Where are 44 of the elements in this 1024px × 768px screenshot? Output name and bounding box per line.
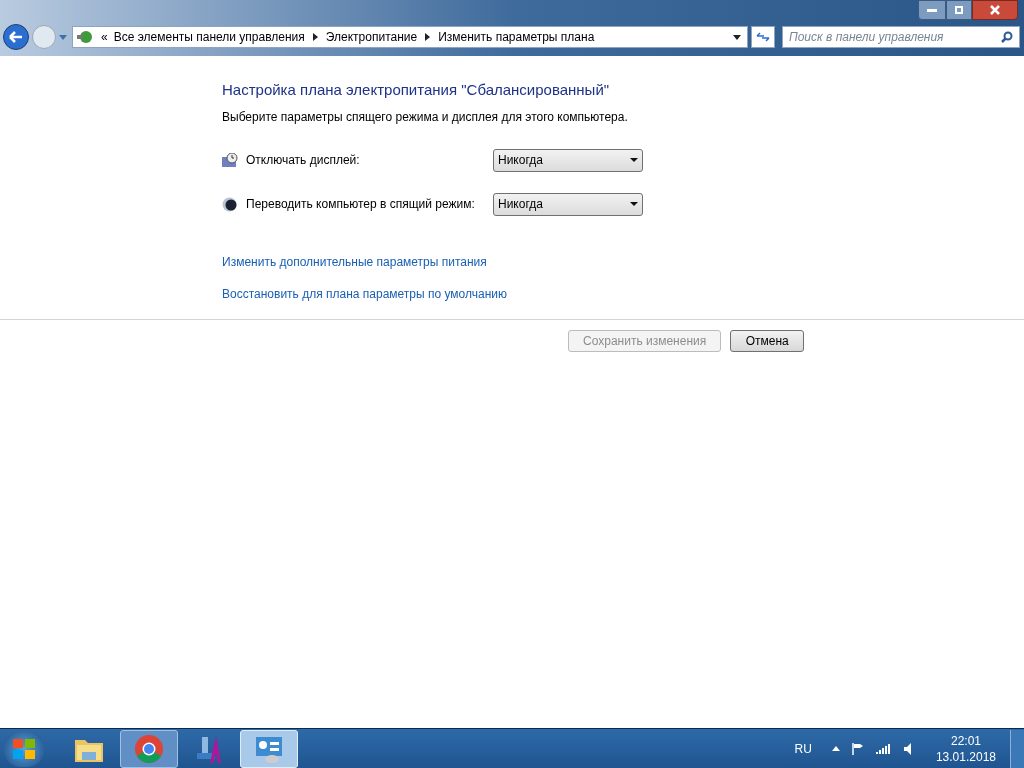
windows-logo-icon (13, 738, 35, 759)
caret-icon (630, 202, 638, 206)
restore-button[interactable] (946, 0, 972, 20)
close-button[interactable] (972, 0, 1018, 20)
search-icon (1001, 31, 1013, 43)
refresh-icon (756, 32, 770, 42)
breadcrumb[interactable]: Все элементы панели управления (111, 28, 307, 46)
plug-icon (76, 29, 94, 45)
speaker-icon[interactable] (903, 742, 912, 755)
start-button[interactable] (3, 730, 45, 767)
dropdown[interactable]: Никогда (493, 148, 643, 172)
moon-icon (222, 196, 237, 212)
breadcrumb[interactable]: Изменить параметры плана (436, 28, 597, 46)
overflow-chevron[interactable]: « (97, 28, 112, 46)
search-field[interactable]: Поиск в панели управления (782, 26, 1020, 48)
caret-up-icon[interactable] (831, 746, 840, 751)
setting-label: Отключать дисплей: (246, 152, 361, 169)
arrow-left-icon (9, 31, 23, 43)
caret-icon (630, 158, 638, 162)
setting-label: Переводить компьютер в спящий режим: (246, 196, 476, 213)
link[interactable]: Изменить дополнительные параметры питания (222, 252, 487, 271)
taskbar-button[interactable] (120, 729, 178, 768)
dialog-button[interactable]: Отмена (730, 329, 805, 352)
dropdown-caret-icon[interactable] (733, 34, 741, 40)
monitor-clock-icon (222, 152, 238, 168)
refresh-button[interactable] (751, 26, 775, 48)
clock[interactable]: 22:01 13.01.2018 (935, 732, 996, 765)
back-button[interactable] (3, 24, 29, 50)
address-bar[interactable]: « Все элементы панели управления Электропитание Изменить параметры плана (72, 26, 748, 48)
link[interactable]: Восстановить для плана параметры по умолчанию (222, 284, 508, 303)
page-description: Выберите параметры спящего режима и дисплея для этого компьютера. (222, 108, 629, 126)
minimize-button[interactable] (918, 0, 946, 20)
caret-icon (59, 34, 67, 40)
dropdown[interactable]: Никогда (493, 192, 643, 216)
chevron-right-icon[interactable] (312, 33, 318, 41)
signal-bars-icon[interactable] (875, 743, 890, 754)
language-indicator[interactable]: RU (794, 739, 812, 758)
page-title: Настройка плана электропитания "Сбалансированный" (222, 80, 611, 100)
show-desktop-button[interactable] (1010, 729, 1024, 768)
close-icon (990, 5, 1000, 15)
breadcrumb[interactable]: Электропитание (323, 28, 420, 46)
browser-icon (134, 733, 164, 764)
chevron-right-icon[interactable] (425, 33, 431, 41)
flag-icon[interactable] (851, 742, 864, 755)
